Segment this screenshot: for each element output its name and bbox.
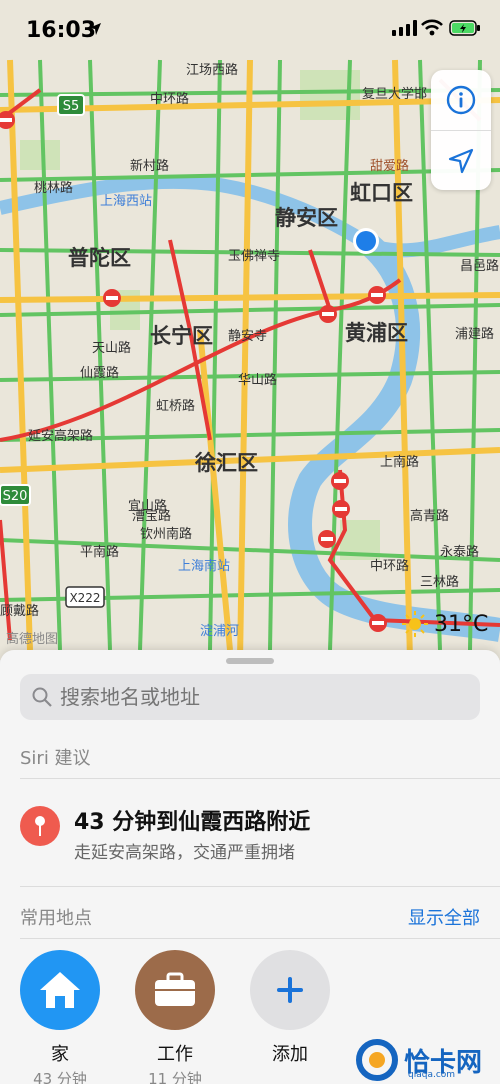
search-input[interactable] [60,685,440,709]
cellular-signal-icon [392,20,417,36]
shield-s20: S20 [3,489,28,504]
district-putuo: 普陀区 [68,246,131,270]
maps-screen: S5 S20 X222 虹口区 静安区 普陀区 长宁区 黄浦区 徐汇区 江场西路… [0,0,500,1084]
road-label: 钦州南路 [140,526,192,542]
sun-icon [402,611,428,637]
road-label: 浦建路 [455,326,494,342]
bottom-sheet[interactable]: Siri 建议 43 分钟到仙霞西路附近 走延安高架路，交通严重拥堵 常用地点 … [0,650,500,1084]
pin-icon [20,806,60,846]
status-bar: 16:03 [0,0,500,58]
road-label: 高青路 [410,508,449,524]
road-label: 天山路 [92,340,131,356]
road-label: 中环路 [370,558,409,574]
locate-me-button[interactable] [431,130,491,190]
location-services-icon [89,23,101,35]
favorite-label: 添加 [272,1044,308,1065]
favorite-home[interactable]: 家 43 分钟 [20,950,100,1084]
info-button[interactable] [431,70,491,130]
map-controls [431,70,491,190]
weather-temperature: 31°C [434,611,489,637]
siri-suggestions-header: Siri 建议 [20,748,91,769]
favorite-eta: 43 分钟 [33,1070,87,1084]
shield-s5: S5 [63,99,80,114]
favorite-add[interactable]: 添加 [250,950,330,1066]
user-location-dot [356,231,376,251]
road-label: 仙霞路 [80,365,119,381]
suggestion-subtitle: 走延安高架路，交通严重拥堵 [74,843,295,863]
landmark-label: 甜爱路 [370,158,409,174]
shield-x222: X222 [69,591,100,605]
battery-icon [449,20,480,36]
watermark-domain: qiaqa.com [408,1070,456,1080]
map-provider-logo: 高德地图 [6,632,59,647]
sheet-grabber[interactable] [226,658,274,664]
divider [20,938,500,939]
landmark-label: 静安寺 [228,329,267,344]
road-label: 昌邑路 [460,258,499,274]
favorite-eta: 11 分钟 [148,1070,202,1084]
watermark-logo [356,1039,398,1081]
station-label: 上海西站 [100,194,152,209]
road-label: 永泰路 [440,544,479,560]
road-label: 上南路 [380,454,419,470]
divider [20,886,500,887]
district-jingan: 静安区 [275,206,338,230]
station-label: 上海南站 [178,558,230,574]
road-label: 顾戴路 [0,603,39,619]
favorite-work[interactable]: 工作 11 分钟 [135,950,215,1084]
briefcase-icon [135,950,215,1030]
district-xuhui: 徐汇区 [194,451,258,475]
map-canvas[interactable]: S5 S20 X222 虹口区 静安区 普陀区 长宁区 黄浦区 徐汇区 江场西路… [0,0,500,660]
road-label: 桃林路 [34,180,73,196]
search-icon [32,687,52,707]
road-label: 新村路 [130,158,169,174]
suggestion-title: 43 分钟到仙霞西路附近 [74,810,311,835]
favorites-header: 常用地点 [20,908,92,929]
road-label: 三林路 [420,574,459,590]
status-time: 16:03 [26,18,97,43]
road-label: 华山路 [238,372,277,388]
road-label: 江场西路 [186,62,238,78]
favorite-label: 家 [51,1044,69,1065]
info-icon [446,85,476,115]
road-label: 平南路 [80,544,119,560]
location-arrow-icon [448,148,474,173]
search-bar[interactable] [20,674,480,720]
home-icon [20,950,100,1030]
road-label: 延安高架路 [28,428,93,444]
divider [20,778,500,779]
district-changning: 长宁区 [150,324,213,348]
landmark-label: 玉佛禅寺 [228,249,280,264]
district-hongkou: 虹口区 [350,181,413,205]
favorite-label: 工作 [157,1044,193,1065]
wifi-icon [421,19,443,36]
weather-badge: 31°C [402,608,488,640]
district-huangpu: 黄浦区 [345,321,408,345]
map-view[interactable]: S5 S20 X222 虹口区 静安区 普陀区 长宁区 黄浦区 徐汇区 江场西路… [0,0,500,660]
road-label: 复旦大学邯 [362,86,427,102]
road-label: 漕宝路 [132,508,171,524]
show-all-link[interactable]: 显示全部 [408,904,480,930]
siri-suggestion-item[interactable]: 43 分钟到仙霞西路附近 走延安高架路，交通严重拥堵 [0,790,500,866]
road-label: 虹桥路 [156,398,195,414]
site-watermark: 恰卡网 qiaqa.com [354,1036,500,1084]
river-label: 淀浦河 [200,624,239,639]
road-label: 中环路 [150,91,189,107]
plus-icon [250,950,330,1030]
